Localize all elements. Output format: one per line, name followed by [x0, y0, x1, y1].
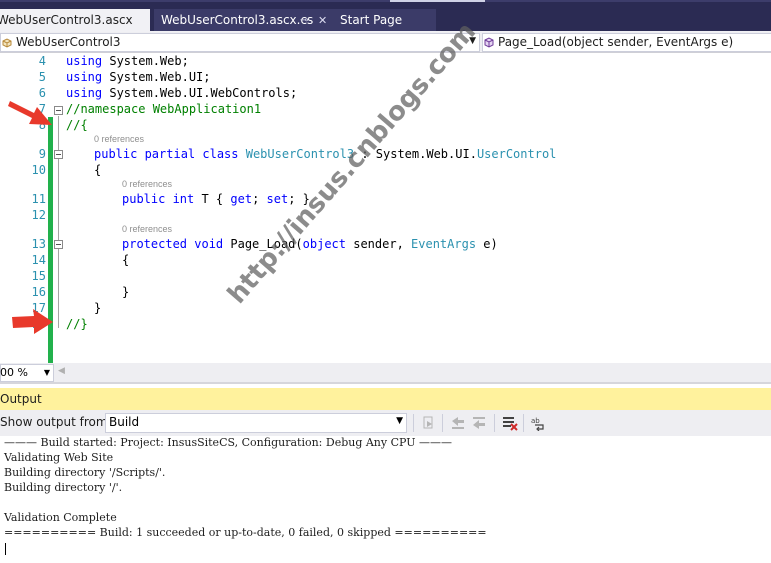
document-tab-strip: WebUserControl3.ascx WebUserControl3.asc… — [0, 0, 771, 32]
tab-label: WebUserControl3.ascx.cs — [161, 13, 314, 27]
class-icon — [2, 38, 12, 48]
line-number: 13 — [31, 237, 46, 251]
output-line: ——— Build started: Project: InsusSiteCS,… — [4, 436, 452, 449]
codelens-references[interactable]: 0 references — [122, 179, 172, 189]
code-line-4: using System.Web; — [66, 54, 189, 68]
chevron-down-icon: ▼ — [396, 416, 403, 426]
code-line-16: } — [122, 285, 130, 299]
chevron-down-icon: ▼ — [43, 368, 50, 377]
output-panel-title: Output — [0, 392, 42, 406]
class-dropdown[interactable]: WebUserControl3 ▼ — [0, 33, 480, 52]
line-number: 11 — [31, 192, 46, 206]
output-line: ========== Build: 1 succeeded or up-to-d… — [4, 526, 487, 539]
output-source-select[interactable]: Build ▼ — [105, 413, 407, 433]
previous-message-icon[interactable] — [450, 415, 466, 431]
editor-status-strip: 100 % ▼ ◀ — [0, 363, 771, 384]
output-source-value: Build — [109, 415, 140, 429]
pin-icon[interactable]: ⊸ — [300, 9, 308, 32]
close-icon[interactable]: ✕ — [318, 9, 327, 32]
scroll-left-icon[interactable]: ◀ — [58, 366, 65, 376]
code-line-7: //namespace WebApplication1 — [66, 102, 262, 116]
line-number: 12 — [31, 208, 46, 222]
clear-all-icon[interactable] — [502, 415, 518, 431]
line-number: 15 — [31, 269, 46, 283]
tab-label: Start Page — [340, 13, 403, 27]
output-line: Building directory '/'. — [4, 481, 123, 494]
code-line-9: public partial class WebUserControl3 : S… — [94, 147, 557, 161]
output-panel-title-bar: Output — [0, 388, 771, 410]
code-line-17: } — [94, 301, 102, 315]
line-number: 9 — [38, 147, 46, 161]
svg-text:ab: ab — [531, 417, 540, 425]
line-number: 10 — [31, 163, 46, 177]
code-line-13: protected void Page_Load(object sender, … — [122, 237, 498, 251]
line-number: 4 — [38, 54, 46, 68]
member-dropdown[interactable]: Page_Load(object sender, EventArgs e) — [482, 33, 771, 52]
toolbar-separator — [413, 414, 414, 432]
code-line-6: using System.Web.UI.WebControls; — [66, 86, 298, 100]
text-caret — [5, 543, 6, 555]
toolbar-separator — [442, 414, 443, 432]
tab-webusercontrol3-ascx-cs[interactable]: WebUserControl3.ascx.cs ⊸ ✕ — [154, 9, 334, 32]
method-icon — [484, 37, 494, 48]
collapse-region-icon[interactable] — [54, 240, 63, 249]
tab-strip-accent — [390, 0, 485, 2]
next-message-icon[interactable] — [471, 415, 487, 431]
toolbar-separator — [494, 414, 495, 432]
red-arrow-icon — [8, 101, 52, 125]
line-number: 14 — [31, 253, 46, 267]
output-line: Building directory '/Scripts/'. — [4, 466, 166, 479]
output-line: Validating Web Site — [4, 451, 114, 464]
word-wrap-icon[interactable]: ab — [531, 415, 547, 431]
code-line-8: //{ — [66, 118, 88, 132]
line-number: 16 — [31, 285, 46, 299]
code-line-11: public int T { get; set; } — [122, 192, 310, 206]
go-to-message-icon[interactable] — [421, 415, 437, 431]
output-toolbar: Show output from: Build ▼ ab — [0, 410, 771, 436]
line-number: 5 — [38, 70, 46, 84]
code-line-10: { — [94, 163, 102, 177]
output-line: Validation Complete — [4, 511, 117, 524]
code-line-14: { — [122, 253, 130, 267]
codelens-references[interactable]: 0 references — [94, 134, 144, 144]
panel-splitter[interactable] — [0, 382, 771, 384]
tab-start-page[interactable]: Start Page — [334, 9, 436, 32]
tab-strip-top-line — [0, 0, 771, 2]
show-output-from-label: Show output from: — [0, 415, 112, 429]
collapse-region-icon[interactable] — [54, 106, 63, 115]
collapse-region-icon[interactable] — [54, 150, 63, 159]
tab-webusercontrol3-ascx[interactable]: WebUserControl3.ascx — [0, 9, 150, 32]
change-tracking-bar — [48, 117, 53, 384]
class-dropdown-value: WebUserControl3 — [16, 35, 121, 49]
code-line-5: using System.Web.UI; — [66, 70, 211, 84]
zoom-level-dropdown[interactable]: 100 % ▼ — [0, 364, 54, 382]
code-editor[interactable]: 4 5 6 7 8 9 10 11 12 13 14 15 16 17 18 u… — [0, 53, 771, 384]
toolbar-separator — [523, 414, 524, 432]
code-line-18: //} — [66, 317, 88, 331]
outline-guide — [58, 116, 59, 328]
red-arrow-icon — [12, 309, 53, 334]
tab-label: WebUserControl3.ascx — [0, 13, 133, 27]
output-text-area[interactable]: ——— Build started: Project: InsusSiteCS,… — [0, 436, 771, 563]
zoom-level-value: 100 % — [0, 366, 28, 379]
codelens-references[interactable]: 0 references — [122, 224, 172, 234]
member-dropdown-value: Page_Load(object sender, EventArgs e) — [498, 35, 734, 49]
navigation-bar: WebUserControl3 ▼ Page_Load(object sende… — [0, 32, 771, 53]
